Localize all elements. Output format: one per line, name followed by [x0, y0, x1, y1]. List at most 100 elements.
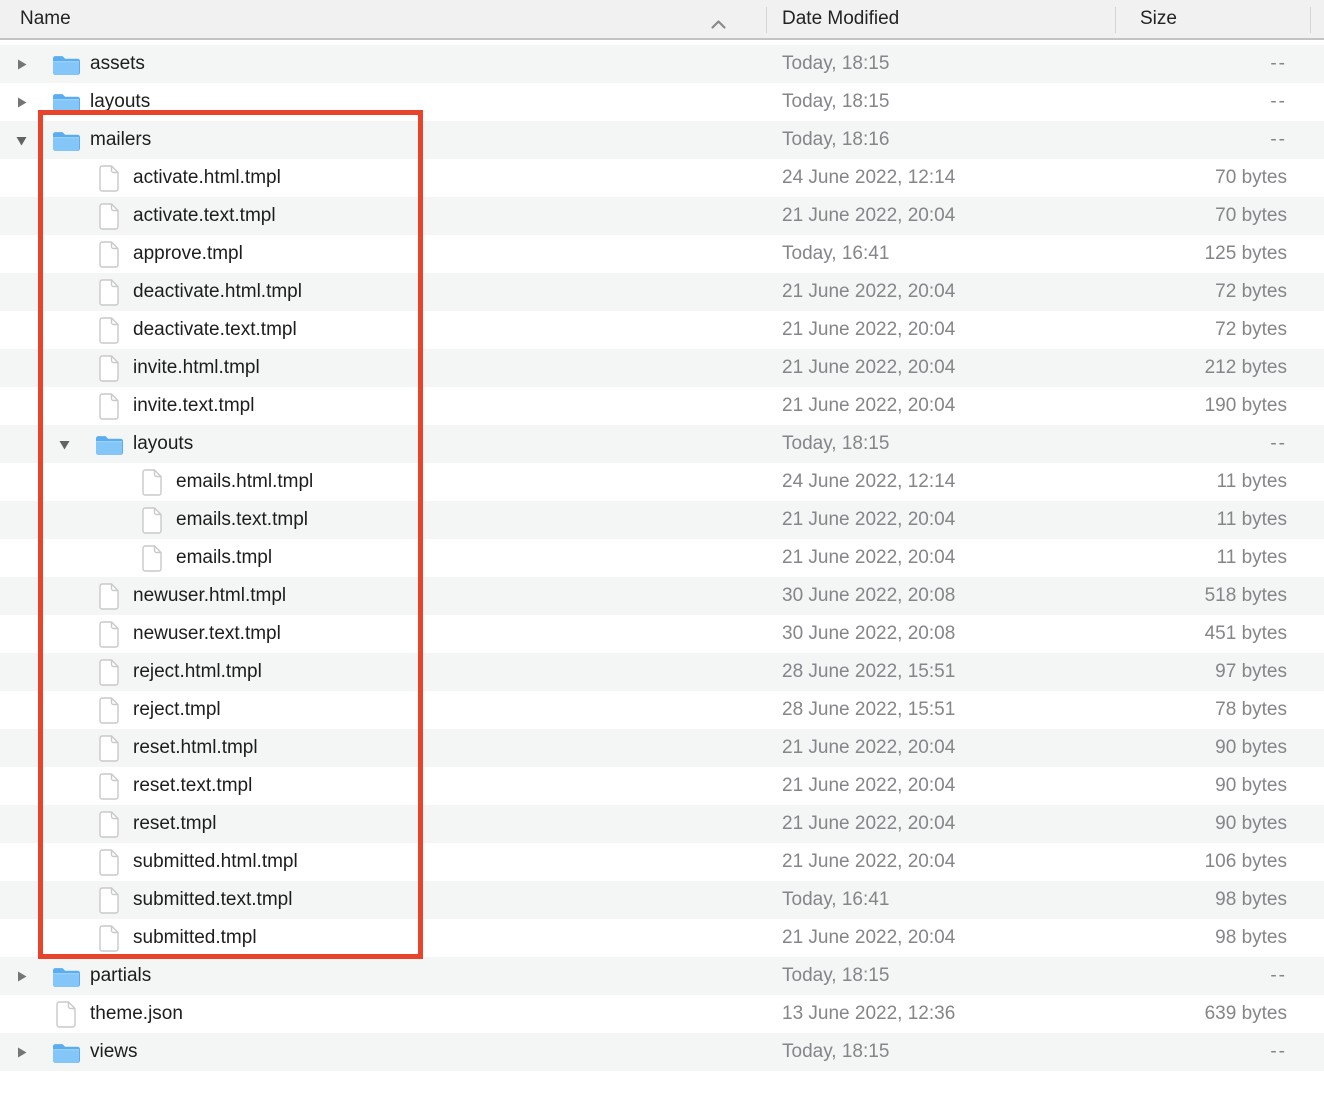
size-cell: 98 bytes — [1115, 927, 1324, 949]
name-cell: reject.tmpl — [0, 696, 766, 724]
folder-icon — [52, 965, 80, 988]
date-modified-cell: 21 June 2022, 20:04 — [766, 547, 1115, 569]
row-icon — [95, 354, 123, 382]
date-modified-cell: 21 June 2022, 20:04 — [766, 851, 1115, 873]
row-icon — [95, 658, 123, 686]
name-cell: views — [0, 1038, 766, 1066]
size-cell: 90 bytes — [1115, 813, 1324, 835]
size-cell: 518 bytes — [1115, 585, 1324, 607]
table-row[interactable]: deactivate.text.tmpl 21 June 2022, 20:04… — [0, 311, 1324, 349]
name-cell: emails.html.tmpl — [0, 468, 766, 496]
file-name-label: reset.html.tmpl — [133, 737, 258, 759]
file-icon — [98, 811, 120, 838]
date-modified-cell: 21 June 2022, 20:04 — [766, 737, 1115, 759]
table-row[interactable]: activate.html.tmpl 24 June 2022, 12:14 7… — [0, 159, 1324, 197]
size-cell: -- — [1115, 1041, 1324, 1063]
table-row[interactable]: invite.html.tmpl 21 June 2022, 20:04 212… — [0, 349, 1324, 387]
size-cell: 78 bytes — [1115, 699, 1324, 721]
column-header-name[interactable]: Name — [0, 0, 766, 38]
date-modified-cell: Today, 16:41 — [766, 889, 1115, 911]
file-name-label: reset.tmpl — [133, 813, 216, 835]
name-cell: reset.text.tmpl — [0, 772, 766, 800]
name-cell: invite.text.tmpl — [0, 392, 766, 420]
date-modified-cell: Today, 18:15 — [766, 965, 1115, 987]
column-divider[interactable] — [1310, 7, 1311, 33]
date-modified-cell: 21 June 2022, 20:04 — [766, 395, 1115, 417]
size-cell: 98 bytes — [1115, 889, 1324, 911]
table-row[interactable]: theme.json 13 June 2022, 12:36 639 bytes — [0, 995, 1324, 1033]
file-name-label: newuser.text.tmpl — [133, 623, 281, 645]
table-row[interactable]: approve.tmpl Today, 16:41 125 bytes — [0, 235, 1324, 273]
file-name-label: reject.html.tmpl — [133, 661, 262, 683]
disclosure-triangle-icon[interactable] — [14, 57, 52, 72]
table-row[interactable]: invite.text.tmpl 21 June 2022, 20:04 190… — [0, 387, 1324, 425]
size-cell: 106 bytes — [1115, 851, 1324, 873]
row-icon — [52, 962, 80, 990]
size-cell: -- — [1115, 433, 1324, 455]
date-modified-cell: 24 June 2022, 12:14 — [766, 167, 1115, 189]
file-name-label: deactivate.text.tmpl — [133, 319, 297, 341]
table-row[interactable]: reset.tmpl 21 June 2022, 20:04 90 bytes — [0, 805, 1324, 843]
file-icon — [98, 583, 120, 610]
file-name-label: invite.text.tmpl — [133, 395, 254, 417]
folder-icon — [52, 129, 80, 152]
table-row[interactable]: deactivate.html.tmpl 21 June 2022, 20:04… — [0, 273, 1324, 311]
file-icon — [98, 773, 120, 800]
table-row[interactable]: newuser.html.tmpl 30 June 2022, 20:08 51… — [0, 577, 1324, 615]
date-modified-cell: Today, 18:16 — [766, 129, 1115, 151]
file-icon — [98, 849, 120, 876]
disclosure-triangle-icon[interactable] — [14, 95, 52, 110]
name-cell: mailers — [0, 126, 766, 154]
row-icon — [95, 696, 123, 724]
column-header-size[interactable]: Size — [1115, 0, 1324, 38]
date-modified-cell: Today, 18:15 — [766, 1041, 1115, 1063]
table-row[interactable]: partials Today, 18:15 -- — [0, 957, 1324, 995]
column-divider[interactable] — [766, 7, 767, 33]
table-row[interactable]: mailers Today, 18:16 -- — [0, 121, 1324, 159]
file-name-label: emails.html.tmpl — [176, 471, 313, 493]
row-icon — [95, 848, 123, 876]
row-icon — [95, 620, 123, 648]
table-row[interactable]: reject.html.tmpl 28 June 2022, 15:51 97 … — [0, 653, 1324, 691]
name-cell: deactivate.text.tmpl — [0, 316, 766, 344]
table-row[interactable]: emails.html.tmpl 24 June 2022, 12:14 11 … — [0, 463, 1324, 501]
date-modified-cell: 21 June 2022, 20:04 — [766, 775, 1115, 797]
table-row[interactable]: reset.text.tmpl 21 June 2022, 20:04 90 b… — [0, 767, 1324, 805]
row-icon — [52, 50, 80, 78]
disclosure-triangle-icon[interactable] — [57, 437, 95, 452]
name-cell: activate.html.tmpl — [0, 164, 766, 192]
name-cell: newuser.html.tmpl — [0, 582, 766, 610]
date-modified-cell: 21 June 2022, 20:04 — [766, 205, 1115, 227]
size-cell: 125 bytes — [1115, 243, 1324, 265]
row-icon — [95, 392, 123, 420]
row-icon — [138, 468, 166, 496]
table-row[interactable]: newuser.text.tmpl 30 June 2022, 20:08 45… — [0, 615, 1324, 653]
folder-icon — [95, 433, 123, 456]
date-modified-cell: 21 June 2022, 20:04 — [766, 319, 1115, 341]
table-row[interactable]: emails.text.tmpl 21 June 2022, 20:04 11 … — [0, 501, 1324, 539]
table-row[interactable]: assets Today, 18:15 -- — [0, 45, 1324, 83]
table-row[interactable]: submitted.text.tmpl Today, 16:41 98 byte… — [0, 881, 1324, 919]
row-icon — [95, 810, 123, 838]
row-icon — [95, 734, 123, 762]
date-modified-cell: Today, 16:41 — [766, 243, 1115, 265]
file-name-label: activate.html.tmpl — [133, 167, 281, 189]
table-row[interactable]: submitted.tmpl 21 June 2022, 20:04 98 by… — [0, 919, 1324, 957]
table-row[interactable]: emails.tmpl 21 June 2022, 20:04 11 bytes — [0, 539, 1324, 577]
disclosure-triangle-icon[interactable] — [14, 969, 52, 984]
file-name-label: submitted.tmpl — [133, 927, 257, 949]
disclosure-triangle-icon[interactable] — [14, 1045, 52, 1060]
table-row[interactable]: layouts Today, 18:15 -- — [0, 425, 1324, 463]
name-cell: partials — [0, 962, 766, 990]
table-row[interactable]: submitted.html.tmpl 21 June 2022, 20:04 … — [0, 843, 1324, 881]
table-row[interactable]: reject.tmpl 28 June 2022, 15:51 78 bytes — [0, 691, 1324, 729]
column-header-date-modified[interactable]: Date Modified — [766, 0, 1115, 38]
table-row[interactable]: views Today, 18:15 -- — [0, 1033, 1324, 1071]
date-modified-cell: 30 June 2022, 20:08 — [766, 623, 1115, 645]
table-row[interactable]: activate.text.tmpl 21 June 2022, 20:04 7… — [0, 197, 1324, 235]
disclosure-triangle-icon[interactable] — [14, 133, 52, 148]
table-row[interactable]: layouts Today, 18:15 -- — [0, 83, 1324, 121]
column-divider[interactable] — [1115, 7, 1116, 33]
table-row[interactable]: reset.html.tmpl 21 June 2022, 20:04 90 b… — [0, 729, 1324, 767]
file-icon — [98, 925, 120, 952]
